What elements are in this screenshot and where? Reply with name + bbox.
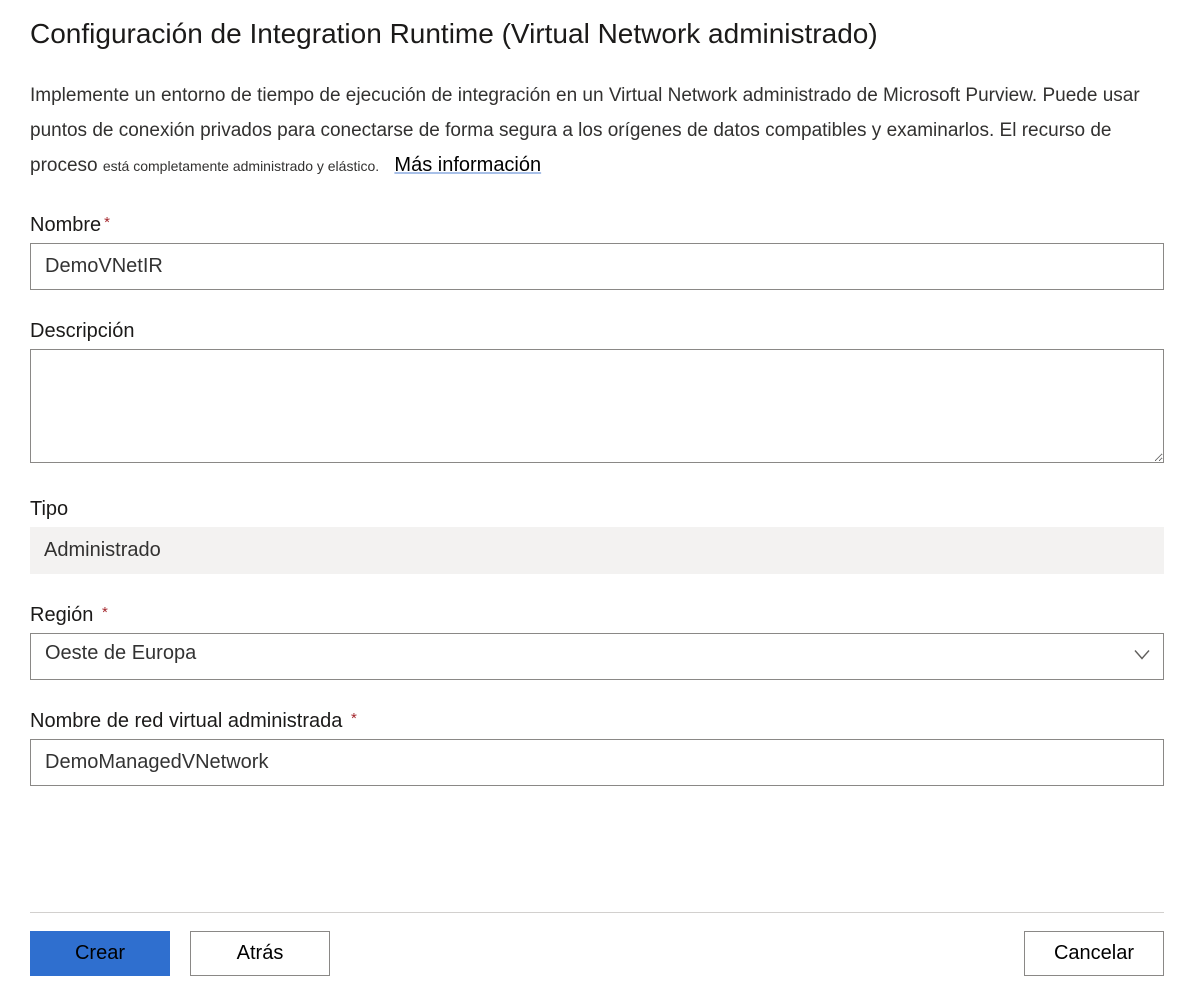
region-field-block: Región * Oeste de Europa xyxy=(30,604,1164,680)
name-input[interactable] xyxy=(30,243,1164,290)
panel-description: Implemente un entorno de tiempo de ejecu… xyxy=(30,78,1164,184)
name-field-block: Nombre* xyxy=(30,214,1164,290)
description-text-small: está completamente administrado y elásti… xyxy=(103,158,379,174)
vnet-name-field-block: Nombre de red virtual administrada * xyxy=(30,710,1164,786)
description-label: Descripción xyxy=(30,320,134,343)
region-label: Región * xyxy=(30,604,108,627)
panel-title: Configuración de Integration Runtime (Vi… xyxy=(30,18,1164,50)
type-label: Tipo xyxy=(30,498,68,521)
description-field-block: Descripción xyxy=(30,320,1164,468)
region-label-text: Región xyxy=(30,604,93,626)
type-readonly-value: Administrado xyxy=(30,527,1164,574)
region-select[interactable]: Oeste de Europa xyxy=(30,633,1164,680)
create-button[interactable]: Crear xyxy=(30,931,170,976)
vnet-name-label-text: Nombre de red virtual administrada xyxy=(30,710,342,732)
vnet-name-input[interactable] xyxy=(30,739,1164,786)
required-asterisk: * xyxy=(102,604,108,621)
required-asterisk: * xyxy=(351,710,357,727)
name-label: Nombre* xyxy=(30,214,110,237)
integration-runtime-panel: Configuración de Integration Runtime (Vi… xyxy=(0,0,1194,994)
region-select-wrap: Oeste de Europa xyxy=(30,633,1164,680)
back-button[interactable]: Atrás xyxy=(190,931,330,976)
description-input[interactable] xyxy=(30,349,1164,463)
vnet-name-label: Nombre de red virtual administrada * xyxy=(30,710,357,733)
content-area: Configuración de Integration Runtime (Vi… xyxy=(30,18,1164,902)
panel-footer: Crear Atrás Cancelar xyxy=(30,912,1164,994)
name-label-text: Nombre xyxy=(30,214,101,236)
cancel-button[interactable]: Cancelar xyxy=(1024,931,1164,976)
type-field-block: Tipo Administrado xyxy=(30,498,1164,574)
more-info-link[interactable]: Más información xyxy=(394,154,541,176)
required-asterisk: * xyxy=(104,214,110,231)
